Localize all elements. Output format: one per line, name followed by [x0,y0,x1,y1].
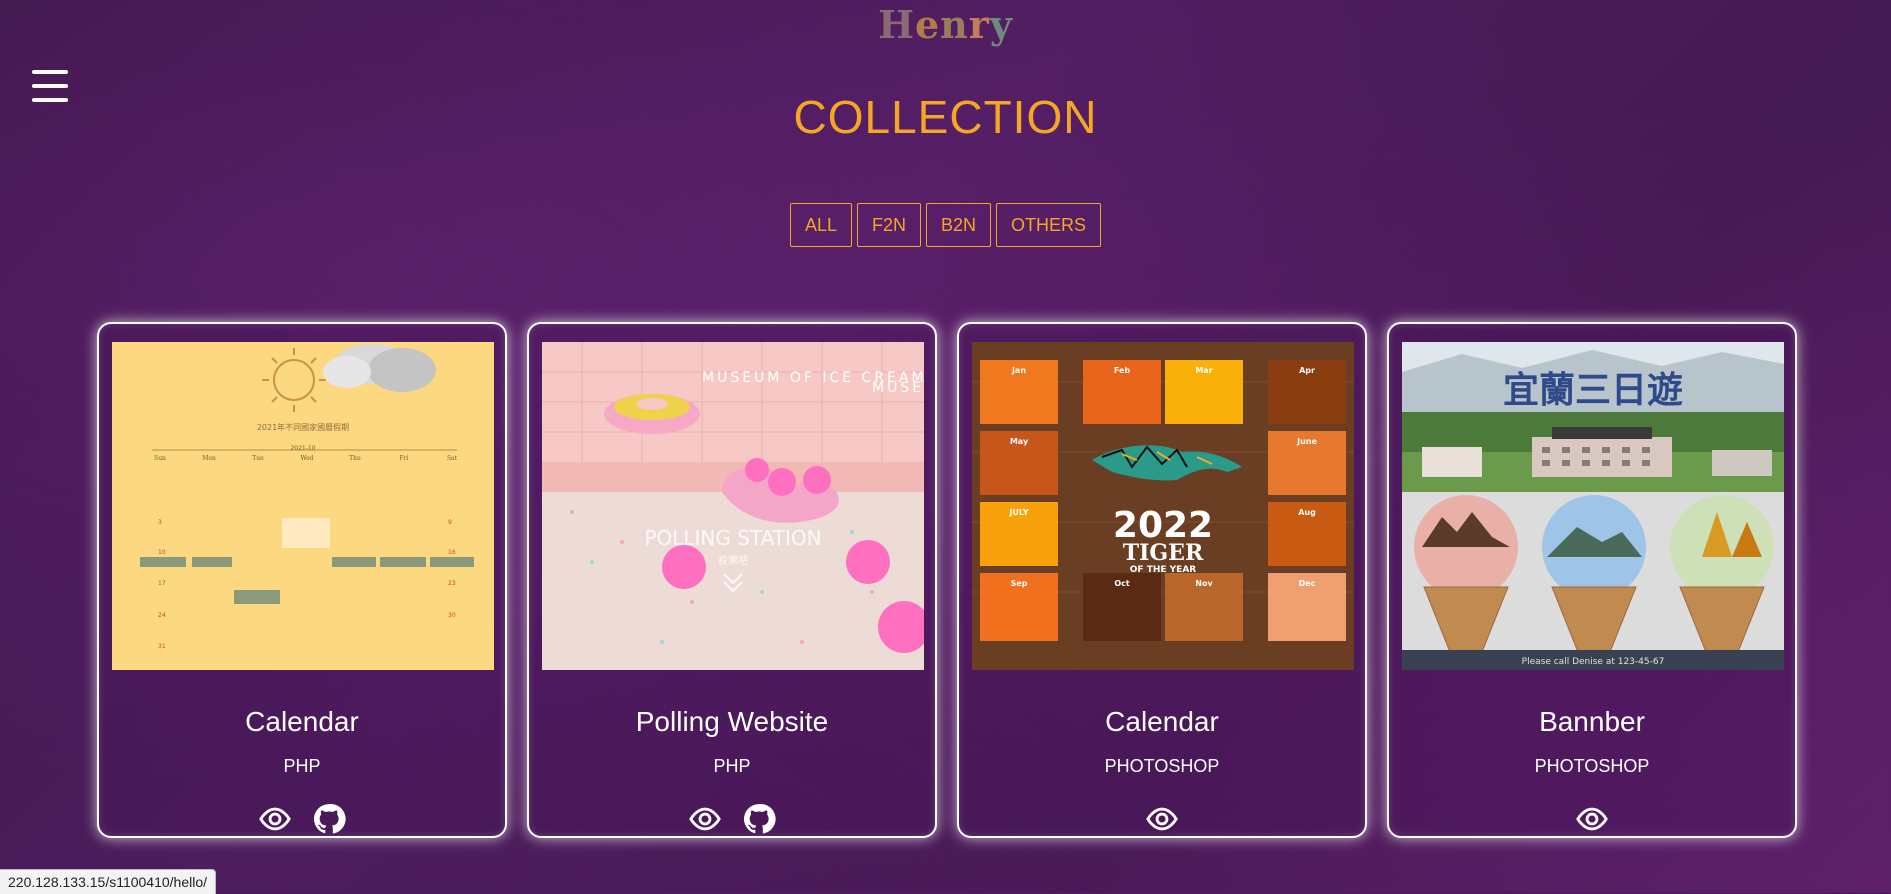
svg-text:June: June [1296,437,1317,446]
svg-text:Nov: Nov [1195,579,1213,588]
project-thumbnail[interactable]: 2021年不同國家國曆假期 2021-10 Sun Mon Tue Wed Th… [112,342,494,670]
thumb-caption: 2021-10 [290,445,315,452]
browser-status-bar: 220.128.133.15/s1100410/hello/ [0,869,217,894]
github-icon[interactable] [312,802,346,836]
project-thumbnail[interactable]: 宜蘭三日遊 Please call Denise at 123-45-67 [1402,342,1784,670]
eye-icon[interactable] [258,802,292,836]
yilan-banner-image: 宜蘭三日遊 Please call Denise at 123-45-67 [1402,342,1784,670]
svg-text:16: 16 [448,549,456,556]
svg-text:Thu: Thu [349,455,361,462]
svg-text:3: 3 [158,519,162,526]
eye-icon[interactable] [1575,802,1609,836]
card-tag: PHOTOSHOP [1104,756,1220,776]
thumb-caption: Please call Denise at 123-45-67 [1522,657,1665,667]
svg-text:Jan: Jan [1011,366,1026,375]
logo-letter: n [940,2,969,47]
tiger-calendar-image: Jan Feb Mar Apr May June JULY Aug Sep Oc… [972,342,1354,670]
svg-text:Sep: Sep [1011,579,1028,588]
project-card: 宜蘭三日遊 Please call Denise at 123-45-67 Ba… [1387,322,1797,838]
eye-icon[interactable] [1145,802,1179,836]
thumb-caption: OF THE YEAR [1130,565,1197,575]
svg-text:23: 23 [448,580,456,587]
svg-text:Fri: Fri [400,455,409,462]
collection-grid: 2021年不同國家國曆假期 2021-10 Sun Mon Tue Wed Th… [97,322,1797,838]
card-actions [99,802,505,836]
thumb-caption: TIGER [1123,540,1204,566]
card-title: Bannber [1539,706,1645,737]
svg-text:Sun: Sun [154,455,166,462]
filter-others-button[interactable]: OTHERS [996,203,1102,247]
svg-text:Dec: Dec [1299,579,1316,588]
svg-text:Apr: Apr [1299,366,1315,375]
svg-text:Oct: Oct [1114,579,1130,588]
filter-f2n-button[interactable]: F2N [856,203,921,247]
project-card: Jan Feb Mar Apr May June JULY Aug Sep Oc… [957,322,1367,838]
filter-bar: ALL F2N B2N OTHERS [0,203,1891,247]
card-tag: PHOTOSHOP [1534,756,1650,776]
svg-text:31: 31 [158,643,166,650]
svg-text:JULY: JULY [1008,508,1028,517]
svg-text:17: 17 [158,580,166,587]
logo-letter: y [989,2,1013,47]
card-title: Calendar [1105,706,1219,737]
card-tag: PHP [713,756,751,776]
svg-text:10: 10 [158,549,166,556]
svg-text:30: 30 [448,612,456,619]
card-title: Polling Website [635,706,829,737]
svg-text:Aug: Aug [1298,508,1316,517]
card-actions [529,802,935,836]
card-actions [959,802,1365,836]
thumb-caption: POLLING STATION [644,526,821,550]
logo-letter: e [914,2,941,47]
thumb-caption: 宜蘭三日遊 [1503,370,1683,411]
svg-text:Mar: Mar [1195,366,1212,375]
svg-text:24: 24 [158,612,166,619]
svg-text:9: 9 [448,519,452,526]
section-title: COLLECTION [793,91,1098,143]
site-logo[interactable]: Henry [0,2,1891,47]
eye-icon[interactable] [688,802,722,836]
polling-website-image: MUSEUM OF ICE CREAM MUSE POLLING STATION… [542,342,924,670]
logo-letter: H [878,2,915,47]
svg-text:Feb: Feb [1114,366,1131,375]
svg-text:May: May [1010,437,1029,446]
project-card: MUSEUM OF ICE CREAM MUSE POLLING STATION… [527,322,937,838]
filter-b2n-button[interactable]: B2N [926,203,992,247]
thumb-caption: 投票吧 [718,554,748,567]
project-thumbnail[interactable]: Jan Feb Mar Apr May June JULY Aug Sep Oc… [972,342,1354,670]
project-thumbnail[interactable]: MUSEUM OF ICE CREAM MUSE POLLING STATION… [542,342,924,670]
calendar-screenshot-image: 2021年不同國家國曆假期 2021-10 Sun Mon Tue Wed Th… [112,342,494,670]
filter-all-button[interactable]: ALL [789,203,852,247]
card-actions [1389,802,1795,836]
github-icon[interactable] [742,802,776,836]
project-card: 2021年不同國家國曆假期 2021-10 Sun Mon Tue Wed Th… [97,322,507,838]
logo-letter: r [968,2,990,47]
svg-text:Mon: Mon [202,455,216,462]
thumb-caption: MUSE [872,380,924,396]
card-tag: PHP [283,756,321,776]
svg-text:Sat: Sat [447,455,458,462]
svg-text:Wed: Wed [300,455,313,462]
thumb-caption: 2021年不同國家國曆假期 [257,422,349,432]
svg-text:Tue: Tue [252,455,264,462]
card-title: Calendar [245,706,359,737]
